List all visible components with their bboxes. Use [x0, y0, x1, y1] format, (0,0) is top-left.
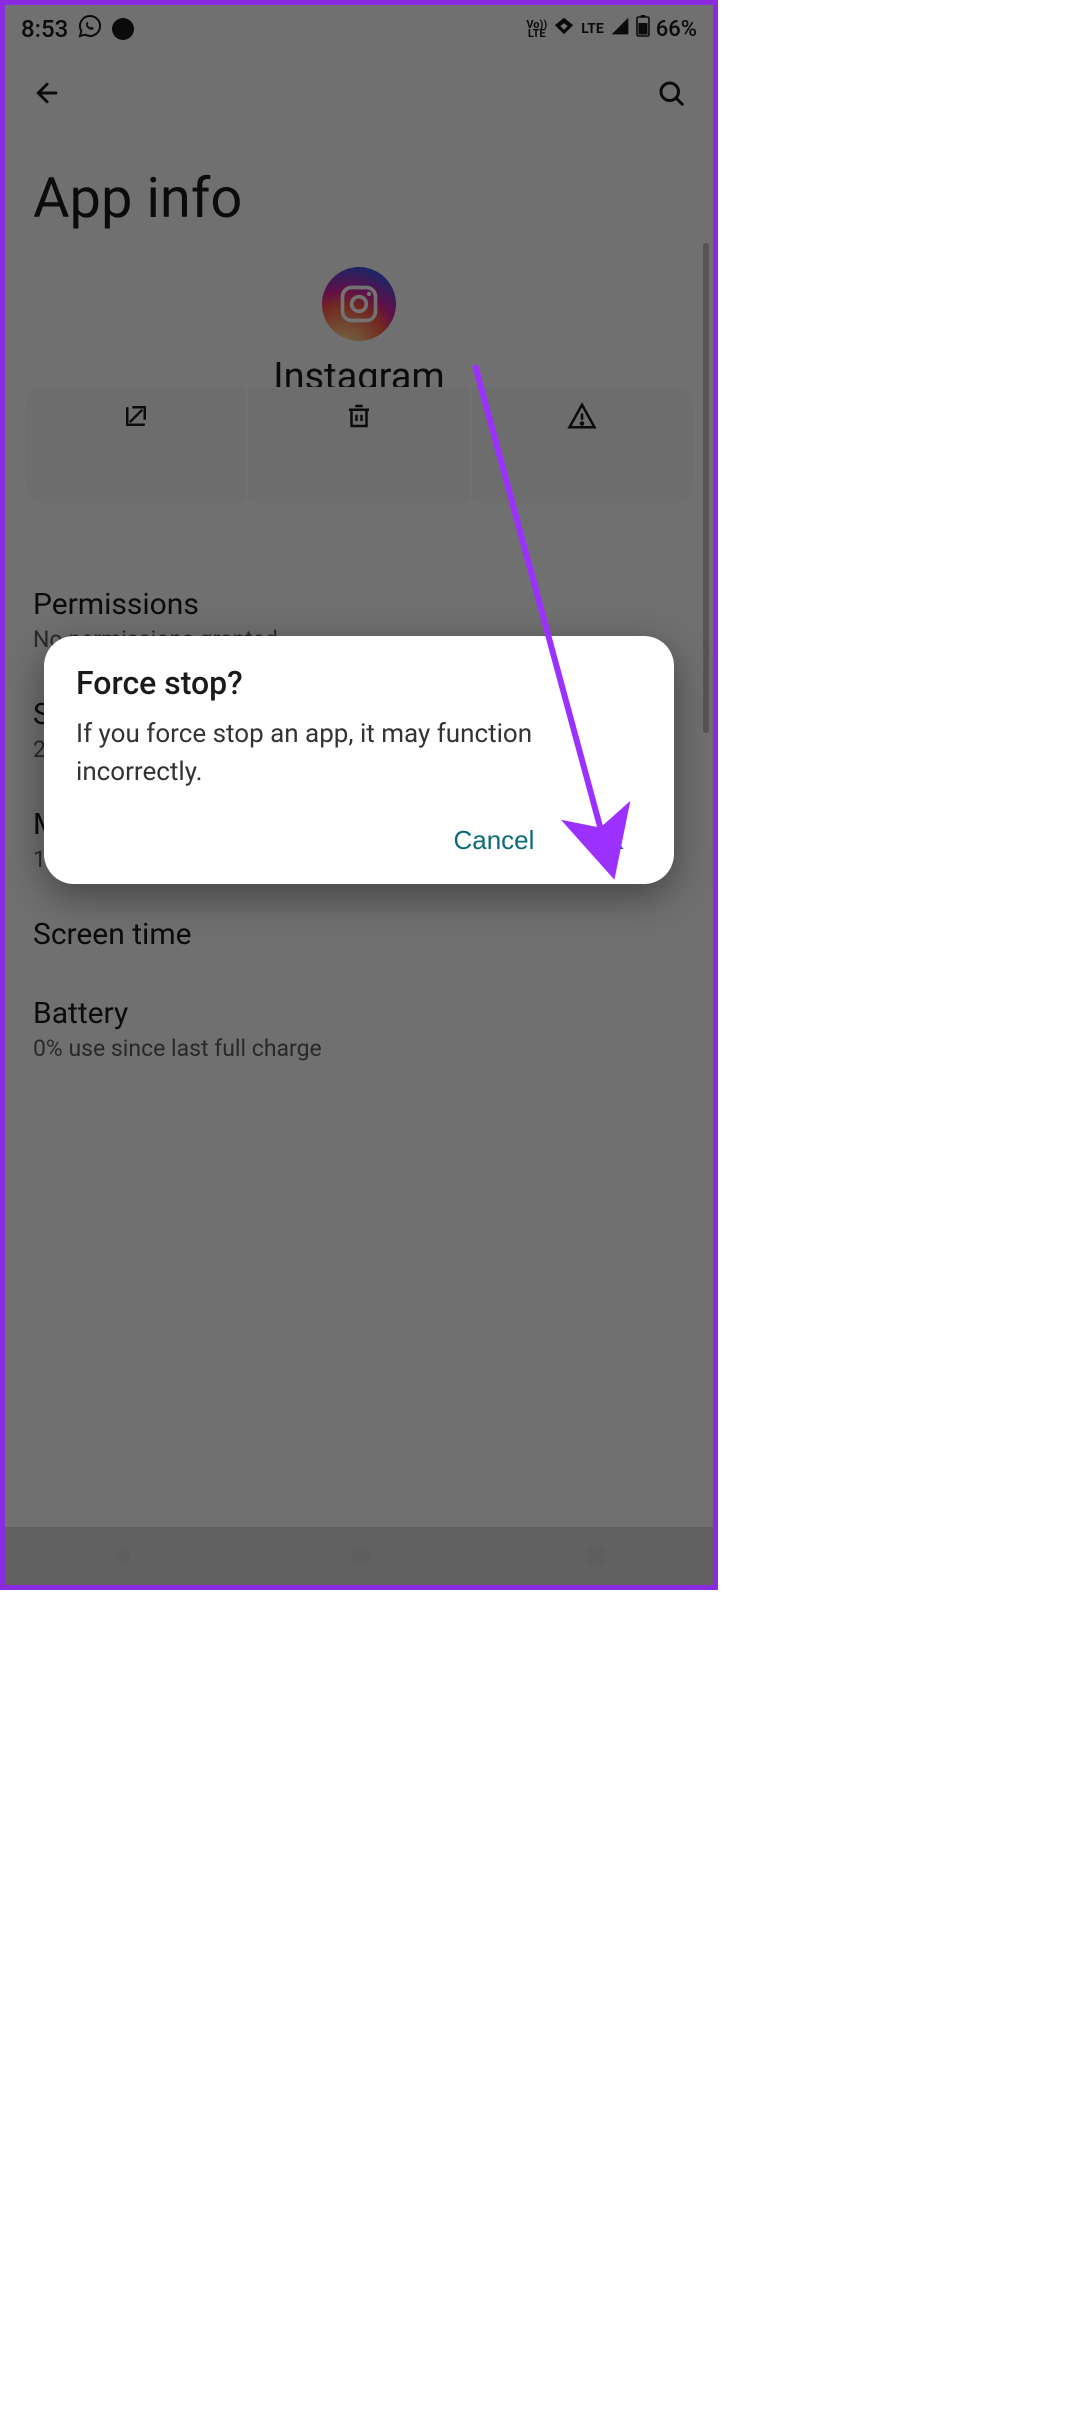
dialog-title: Force stop?: [76, 664, 642, 702]
cancel-button[interactable]: Cancel: [447, 815, 540, 866]
dialog-actions: Cancel OK: [76, 815, 642, 866]
dialog-scrim[interactable]: Force stop? If you force stop an app, it…: [5, 5, 713, 1585]
force-stop-dialog: Force stop? If you force stop an app, it…: [44, 636, 674, 884]
dialog-message: If you force stop an app, it may functio…: [76, 716, 642, 791]
ok-button[interactable]: OK: [580, 815, 630, 866]
